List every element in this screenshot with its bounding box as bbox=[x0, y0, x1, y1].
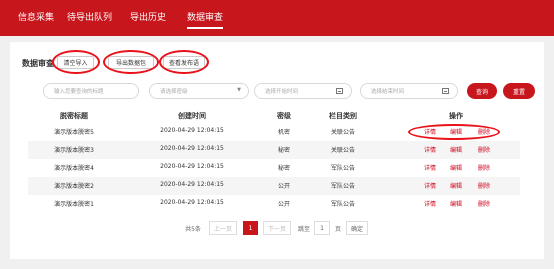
table-row: 演示版本脱密2 2020-04-29 12:04:15 公开 军队公告 详情 编… bbox=[28, 177, 520, 195]
row-level: 秘密 bbox=[277, 165, 291, 172]
delete-link[interactable]: 删除 bbox=[478, 181, 490, 190]
column-header: 密级 bbox=[277, 112, 291, 120]
row-time: 2020-04-29 12:04:15 bbox=[160, 127, 224, 134]
column-header: 操作 bbox=[449, 112, 463, 120]
delete-link[interactable]: 删除 bbox=[478, 145, 490, 154]
nav-item-export-history[interactable]: 导出历史 bbox=[130, 10, 166, 23]
title-search-input[interactable]: 输入您要查询的标题 bbox=[43, 83, 139, 99]
row-category: 军队公告 bbox=[330, 183, 356, 190]
calendar-icon bbox=[442, 88, 449, 94]
query-button[interactable]: 查询 bbox=[467, 83, 497, 99]
nav-item-data-review[interactable]: 数据审查 bbox=[187, 10, 223, 23]
active-tab-indicator bbox=[187, 27, 223, 29]
goto-confirm-button[interactable]: 确定 bbox=[346, 221, 368, 235]
delete-link[interactable]: 删除 bbox=[478, 163, 490, 172]
table-row: 演示版本脱密4 2020-04-29 12:04:15 秘密 军队公告 详情 编… bbox=[28, 159, 520, 177]
column-header: 创建时间 bbox=[178, 112, 206, 120]
row-title: 演示版本脱密4 bbox=[54, 165, 94, 172]
row-time: 2020-04-29 12:04:15 bbox=[160, 181, 224, 188]
row-time: 2020-04-29 12:04:15 bbox=[160, 199, 224, 206]
chevron-down-icon: ▼ bbox=[237, 87, 241, 93]
row-level: 机密 bbox=[277, 129, 291, 136]
next-page-button[interactable]: 下一页 bbox=[263, 221, 291, 235]
detail-link[interactable]: 详情 bbox=[424, 145, 436, 154]
detail-link[interactable]: 详情 bbox=[424, 181, 436, 190]
level-select[interactable]: 请选择密级 ▼ bbox=[149, 83, 249, 99]
calendar-icon bbox=[336, 88, 343, 94]
row-level: 公开 bbox=[277, 183, 291, 190]
row-title: 演示版本脱密2 bbox=[54, 183, 94, 190]
row-category: 关联公告 bbox=[330, 129, 356, 136]
column-header: 栏目类别 bbox=[329, 112, 357, 120]
highlight-circle bbox=[159, 50, 209, 74]
row-title: 演示版本脱密5 bbox=[54, 129, 94, 136]
edit-link[interactable]: 编辑 bbox=[450, 145, 462, 154]
reset-button[interactable]: 重置 bbox=[503, 83, 535, 99]
delete-link[interactable]: 删除 bbox=[478, 199, 490, 208]
pagination-total: 共5条 bbox=[185, 225, 201, 233]
table-row: 演示版本脱密3 2020-04-29 12:04:15 秘密 关联公告 详情 编… bbox=[28, 141, 520, 159]
highlight-circle bbox=[408, 124, 500, 140]
column-header: 脱密标题 bbox=[60, 112, 88, 120]
edit-link[interactable]: 编辑 bbox=[450, 199, 462, 208]
highlight-circle bbox=[103, 50, 159, 74]
row-level: 秘密 bbox=[277, 147, 291, 154]
goto-page-input[interactable]: 1 bbox=[314, 221, 330, 235]
section-title: 数据审查 bbox=[22, 59, 54, 68]
row-title: 演示版本脱密3 bbox=[54, 147, 94, 154]
highlight-circle bbox=[52, 50, 100, 74]
prev-page-button[interactable]: 上一页 bbox=[209, 221, 237, 235]
row-title: 演示版本脱密1 bbox=[54, 201, 94, 208]
table-header: 脱密标题 创建时间 密级 栏目类别 操作 bbox=[28, 111, 520, 121]
detail-link[interactable]: 详情 bbox=[424, 199, 436, 208]
row-time: 2020-04-29 12:04:15 bbox=[160, 163, 224, 170]
row-level: 公开 bbox=[277, 201, 291, 208]
nav-item-collect[interactable]: 信息采集 bbox=[18, 10, 54, 23]
row-category: 军队公告 bbox=[330, 201, 356, 208]
nav-item-export-queue[interactable]: 待导出队列 bbox=[67, 10, 112, 23]
edit-link[interactable]: 编辑 bbox=[450, 163, 462, 172]
edit-link[interactable]: 编辑 bbox=[450, 181, 462, 190]
row-category: 关联公告 bbox=[330, 147, 356, 154]
row-time: 2020-04-29 12:04:15 bbox=[160, 145, 224, 152]
top-nav-bar: 信息采集 待导出队列 导出历史 数据审查 bbox=[0, 0, 554, 36]
end-date-input[interactable]: 选择结束时间 bbox=[360, 83, 458, 99]
goto-label: 跳至 bbox=[297, 225, 310, 233]
row-category: 军队公告 bbox=[330, 165, 356, 172]
start-date-input[interactable]: 选择开始时间 bbox=[254, 83, 352, 99]
table-row: 演示版本脱密1 2020-04-29 12:04:15 公开 军队公告 详情 编… bbox=[28, 195, 520, 213]
goto-suffix: 页 bbox=[334, 225, 341, 233]
detail-link[interactable]: 详情 bbox=[424, 163, 436, 172]
page-number-current[interactable]: 1 bbox=[243, 221, 258, 235]
